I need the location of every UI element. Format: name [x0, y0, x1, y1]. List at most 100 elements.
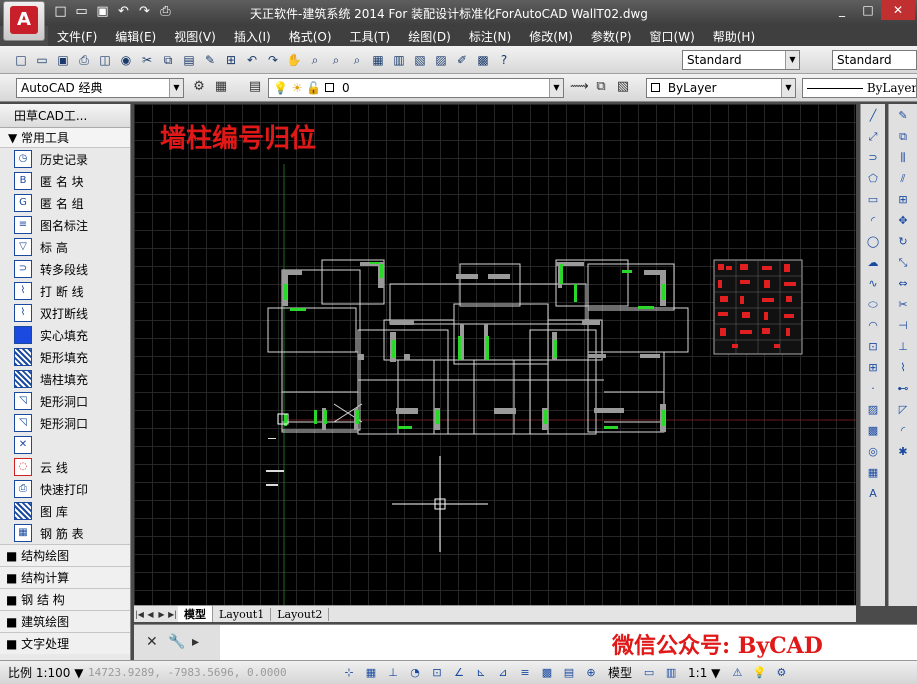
tab-layout1[interactable]: Layout1: [213, 607, 272, 621]
menu-parameters[interactable]: 参数(P): [582, 28, 641, 45]
tool-double-break[interactable]: ⌇ 双打断线: [0, 302, 130, 324]
cut-icon[interactable]: ✂: [138, 51, 156, 69]
annotation-visibility-icon[interactable]: ⚠: [728, 664, 746, 682]
erase-icon[interactable]: ✎: [894, 107, 912, 125]
table-icon[interactable]: ▦: [864, 464, 882, 482]
section-architecture-drawing[interactable]: ■ 建筑绘图: [0, 610, 130, 632]
design-center-icon[interactable]: ▥: [390, 51, 408, 69]
section-steel-structure[interactable]: ■ 钢 结 构: [0, 588, 130, 610]
extend-icon[interactable]: ⊣: [894, 317, 912, 335]
polyline-icon[interactable]: ⊃: [864, 149, 882, 167]
scale-icon[interactable]: ⤡: [894, 254, 912, 272]
ortho-icon[interactable]: ⊥: [384, 664, 402, 682]
trim-icon[interactable]: ✂: [894, 296, 912, 314]
lightbulb-icon[interactable]: 💡: [750, 664, 768, 682]
line-icon[interactable]: ╱: [864, 107, 882, 125]
gradient-icon[interactable]: ▩: [864, 422, 882, 440]
array-icon[interactable]: ⊞: [894, 191, 912, 209]
menu-help[interactable]: 帮助(H): [704, 28, 764, 45]
workspace-lock-icon[interactable]: ▦: [212, 79, 230, 97]
selection-cycling-icon[interactable]: ⊕: [582, 664, 600, 682]
linetype-select[interactable]: ByLayer: [802, 78, 917, 98]
calculator-icon[interactable]: ▩: [474, 51, 492, 69]
tool-to-polyline[interactable]: ⊃ 转多段线: [0, 258, 130, 280]
make-block-icon[interactable]: ⊞: [864, 359, 882, 377]
close-icon[interactable]: ✕: [146, 634, 158, 650]
region-icon[interactable]: ◎: [864, 443, 882, 461]
tool-library[interactable]: 图 库: [0, 500, 130, 522]
annotation-scale[interactable]: 1:1 ▼: [682, 666, 726, 680]
menu-edit[interactable]: 编辑(E): [106, 28, 165, 45]
zoom-previous-icon[interactable]: ⌕: [348, 51, 366, 69]
construction-line-icon[interactable]: ⤢: [864, 128, 882, 146]
mtext-icon[interactable]: A: [864, 485, 882, 503]
save-icon[interactable]: ▣: [54, 51, 72, 69]
tool-cross-box[interactable]: ✕: [0, 434, 130, 456]
menu-window[interactable]: 窗口(W): [641, 28, 704, 45]
application-menu-button[interactable]: A: [3, 1, 45, 41]
quick-view-drawings-icon[interactable]: ▥: [662, 664, 680, 682]
redo-icon[interactable]: ↷: [136, 3, 153, 20]
ellipse-icon[interactable]: ⬭: [864, 296, 882, 314]
sheet-set-icon[interactable]: ▨: [432, 51, 450, 69]
quick-view-layouts-icon[interactable]: ▭: [640, 664, 658, 682]
tool-rect-opening-1[interactable]: ◹ 矩形洞口: [0, 390, 130, 412]
workspace-switching-icon[interactable]: ⚙: [772, 664, 790, 682]
osnap-icon[interactable]: ⊡: [428, 664, 446, 682]
arc-icon[interactable]: ◜: [864, 212, 882, 230]
plot-icon[interactable]: ⎙: [75, 51, 93, 69]
tool-rect-opening-2[interactable]: ◹ 矩形洞口: [0, 412, 130, 434]
markup-icon[interactable]: ✐: [453, 51, 471, 69]
help-icon[interactable]: ?: [495, 51, 513, 69]
hatch-icon[interactable]: ▨: [864, 401, 882, 419]
tool-rebar-table[interactable]: ▦ 钢 筋 表: [0, 522, 130, 544]
menu-dimension[interactable]: 标注(N): [460, 28, 520, 45]
layer-select[interactable]: 💡 ☀ 🔓 0 ▼: [268, 78, 564, 98]
fillet-icon[interactable]: ◜: [894, 422, 912, 440]
tab-model[interactable]: 模型: [178, 606, 213, 622]
minimize-icon[interactable]: _: [829, 0, 855, 20]
otrack-icon[interactable]: ∠: [450, 664, 468, 682]
layer-manager-icon[interactable]: ▤: [246, 79, 264, 97]
match-properties-icon[interactable]: ✎: [201, 51, 219, 69]
circle-icon[interactable]: ◯: [864, 233, 882, 251]
zoom-realtime-icon[interactable]: ⌕: [306, 51, 324, 69]
redo-icon[interactable]: ↷: [264, 51, 282, 69]
tab-layout2[interactable]: Layout2: [271, 607, 330, 621]
ducs-icon[interactable]: ⊾: [472, 664, 490, 682]
dim-style-select[interactable]: Standard: [832, 50, 917, 70]
rotate-icon[interactable]: ↻: [894, 233, 912, 251]
tool-quick-print[interactable]: ⎙ 快速打印: [0, 478, 130, 500]
tool-anonymous-group[interactable]: G匿 名 组: [0, 192, 130, 214]
new-icon[interactable]: □: [12, 51, 30, 69]
break-icon[interactable]: ⌇: [894, 359, 912, 377]
move-icon[interactable]: ✥: [894, 212, 912, 230]
block-editor-icon[interactable]: ⊞: [222, 51, 240, 69]
menu-file[interactable]: 文件(F): [48, 28, 106, 45]
layer-state-icon[interactable]: ▧: [614, 79, 632, 97]
menu-draw[interactable]: 绘图(D): [399, 28, 460, 45]
maximize-icon[interactable]: □: [855, 0, 881, 20]
transparency-icon[interactable]: ▩: [538, 664, 556, 682]
save-icon[interactable]: ▣: [94, 3, 111, 20]
undo-icon[interactable]: ↶: [115, 3, 132, 20]
undo-icon[interactable]: ↶: [243, 51, 261, 69]
join-icon[interactable]: ⊷: [894, 380, 912, 398]
polar-icon[interactable]: ◔: [406, 664, 424, 682]
revision-cloud-icon[interactable]: ☁: [864, 254, 882, 272]
ellipse-arc-icon[interactable]: ◠: [864, 317, 882, 335]
menu-view[interactable]: 视图(V): [165, 28, 225, 45]
quick-properties-icon[interactable]: ▤: [560, 664, 578, 682]
chamfer-icon[interactable]: ◸: [894, 401, 912, 419]
menu-modify[interactable]: 修改(M): [520, 28, 582, 45]
color-select[interactable]: ByLayer ▼: [646, 78, 796, 98]
command-line[interactable]: ✕ 🔧 ▸ 微信公众号: ByCAD: [134, 624, 917, 661]
tool-wall-fill[interactable]: 墙柱填充: [0, 368, 130, 390]
layer-previous-icon[interactable]: ⧉: [592, 79, 610, 97]
pan-icon[interactable]: ✋: [285, 51, 303, 69]
point-icon[interactable]: ·: [864, 380, 882, 398]
copy-icon[interactable]: ⧉: [159, 51, 177, 69]
prev-tab-icon[interactable]: ◀: [145, 610, 156, 619]
model-space-toggle[interactable]: 模型: [602, 664, 638, 681]
dyn-icon[interactable]: ⊿: [494, 664, 512, 682]
